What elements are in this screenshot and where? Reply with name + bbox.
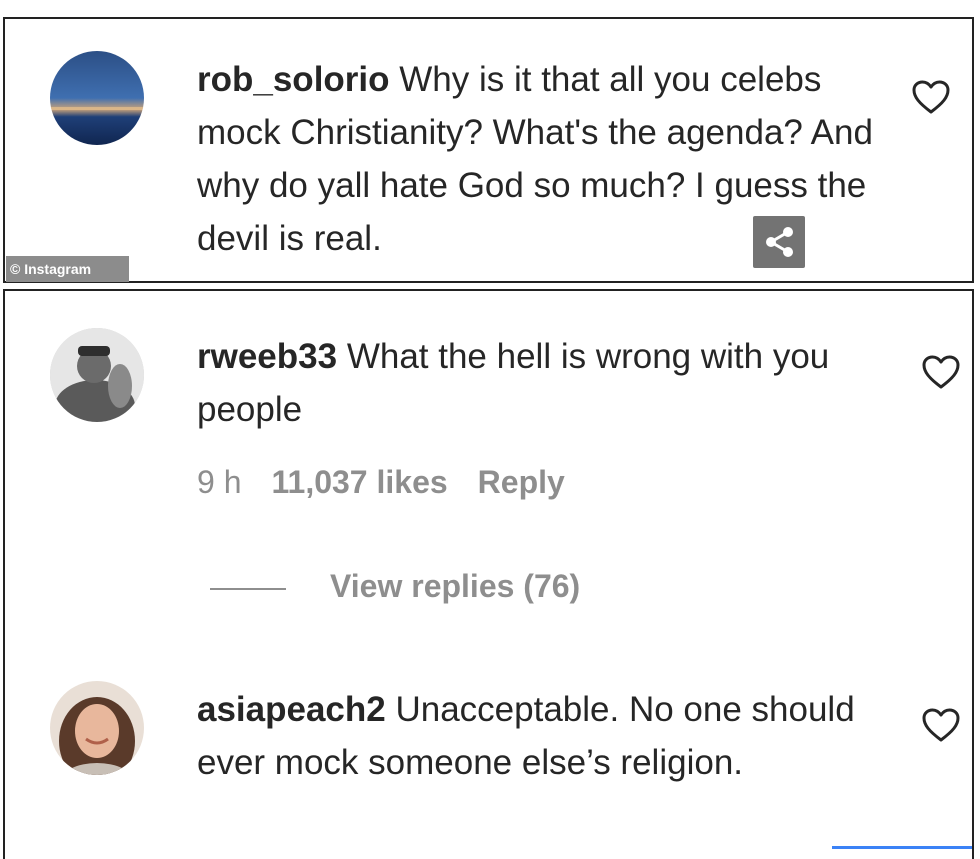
avatar-rob-solorio[interactable] [50,51,144,145]
reply-button[interactable]: Reply [478,464,565,500]
heart-icon[interactable] [921,354,961,390]
username-rob-solorio[interactable]: rob_solorio [197,60,390,99]
avatar-asiapeach2[interactable] [50,681,144,775]
instagram-watermark: © Instagram [6,256,129,282]
comment-meta-rweeb33: 9 h 11,037 likes Reply [197,462,595,502]
share-icon[interactable] [753,216,805,268]
username-rweeb33[interactable]: rweeb33 [197,337,337,376]
avatar-rweeb33[interactable] [50,328,144,422]
heart-icon[interactable] [911,79,951,115]
comment-text-rweeb33: rweeb33 What the hell is wrong with you … [197,337,830,429]
username-asiapeach2[interactable]: asiapeach2 [197,690,386,729]
heart-icon[interactable] [921,707,961,743]
comment-timestamp: 9 h [197,464,242,500]
view-replies-button[interactable]: View replies (76) [210,566,580,606]
divider-line [210,587,286,590]
view-replies-label: View replies (76) [330,568,581,604]
comment-text-asiapeach2: asiapeach2 Unacceptable. No one should e… [197,690,855,782]
likes-count[interactable]: 11,037 likes [271,464,447,500]
